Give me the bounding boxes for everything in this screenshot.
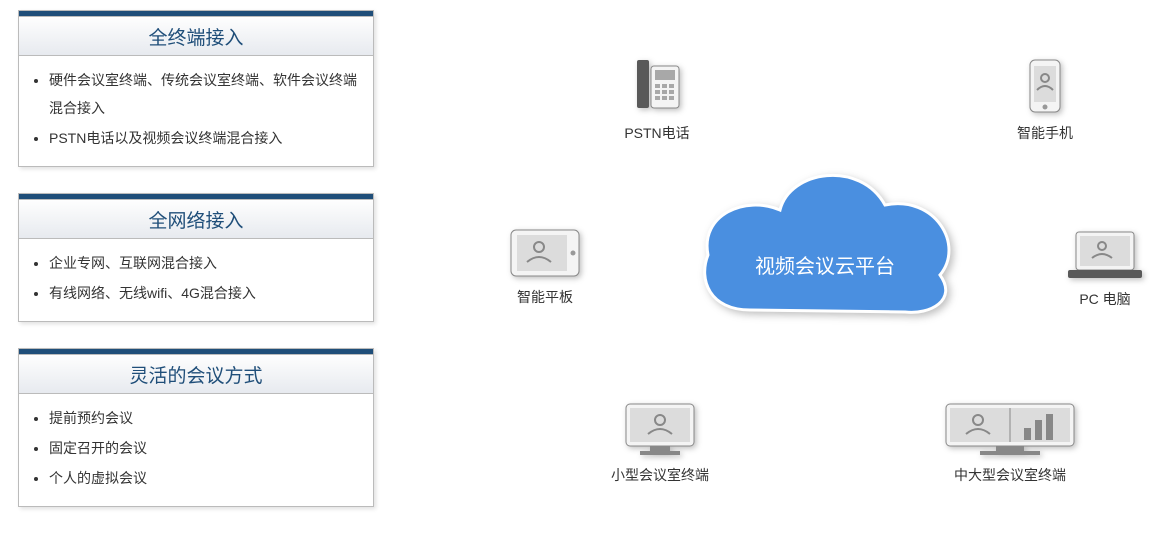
feature-panels: 全终端接入 硬件会议室终端、传统会议室终端、软件会议终端混合接入 PSTN电话以… [18,10,374,533]
architecture-diagram: 视频会议云平台 PSTN电话 [400,10,1140,530]
list-item: 硬件会议室终端、传统会议室终端、软件会议终端混合接入 [49,66,363,122]
list-item: 提前预约会议 [49,404,363,432]
node-pstn-phone: PSTN电话 [612,58,702,143]
cloud-label: 视频会议云平台 [690,250,960,279]
node-large-room: 中大型会议室终端 [930,400,1090,485]
node-label: 智能手机 [1000,123,1090,143]
list-item: 企业专网、互联网混合接入 [49,249,363,277]
node-pc: PC 电脑 [1060,228,1150,309]
node-label: 小型会议室终端 [600,465,720,485]
panel-network: 全网络接入 企业专网、互联网混合接入 有线网络、无线wifi、4G混合接入 [18,193,374,322]
small-room-icon [620,400,700,461]
laptop-icon [1066,228,1144,285]
large-room-icon [940,400,1080,461]
panel-body: 企业专网、互联网混合接入 有线网络、无线wifi、4G混合接入 [19,239,373,321]
panel-terminal: 全终端接入 硬件会议室终端、传统会议室终端、软件会议终端混合接入 PSTN电话以… [18,10,374,167]
phone-icon [631,58,683,119]
cloud-icon [690,150,960,330]
panel-title: 灵活的会议方式 [19,355,373,394]
panel-title: 全终端接入 [19,17,373,56]
panel-title: 全网络接入 [19,200,373,239]
list-item: 有线网络、无线wifi、4G混合接入 [49,279,363,307]
node-small-room: 小型会议室终端 [600,400,720,485]
node-smartphone: 智能手机 [1000,58,1090,143]
panel-body: 硬件会议室终端、传统会议室终端、软件会议终端混合接入 PSTN电话以及视频会议终… [19,56,373,166]
panel-meeting: 灵活的会议方式 提前预约会议 固定召开的会议 个人的虚拟会议 [18,348,374,507]
list-item: 个人的虚拟会议 [49,464,363,492]
smartphone-icon [1024,58,1066,119]
node-label: 智能平板 [500,287,590,307]
node-tablet: 智能平板 [500,228,590,307]
node-label: PSTN电话 [612,123,702,143]
node-label: PC 电脑 [1060,289,1150,309]
list-item: PSTN电话以及视频会议终端混合接入 [49,124,363,152]
tablet-icon [509,228,581,283]
node-label: 中大型会议室终端 [930,465,1090,485]
panel-body: 提前预约会议 固定召开的会议 个人的虚拟会议 [19,394,373,506]
cloud-platform: 视频会议云平台 [690,150,960,330]
list-item: 固定召开的会议 [49,434,363,462]
